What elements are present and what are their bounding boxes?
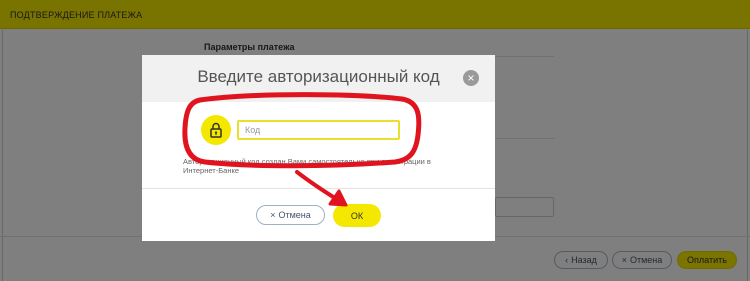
lock-icon bbox=[201, 115, 231, 145]
close-icon[interactable]: × bbox=[463, 70, 479, 86]
dialog-divider bbox=[142, 188, 495, 189]
auth-code-input[interactable] bbox=[237, 120, 400, 140]
auth-code-dialog: Введите авторизационный код × Авторизаци… bbox=[142, 55, 495, 241]
hint-text: Авторизационный код создан Вами самостоя… bbox=[183, 157, 431, 175]
ok-button[interactable]: ОК bbox=[333, 204, 381, 227]
close-icon: × bbox=[270, 210, 276, 220]
dialog-cancel-label: Отмена bbox=[278, 210, 311, 220]
dialog-cancel-button[interactable]: × Отмена bbox=[256, 205, 325, 225]
ok-button-label: ОК bbox=[350, 210, 364, 221]
dialog-header: Введите авторизационный код × bbox=[142, 55, 495, 102]
dialog-title: Введите авторизационный код bbox=[197, 67, 440, 86]
